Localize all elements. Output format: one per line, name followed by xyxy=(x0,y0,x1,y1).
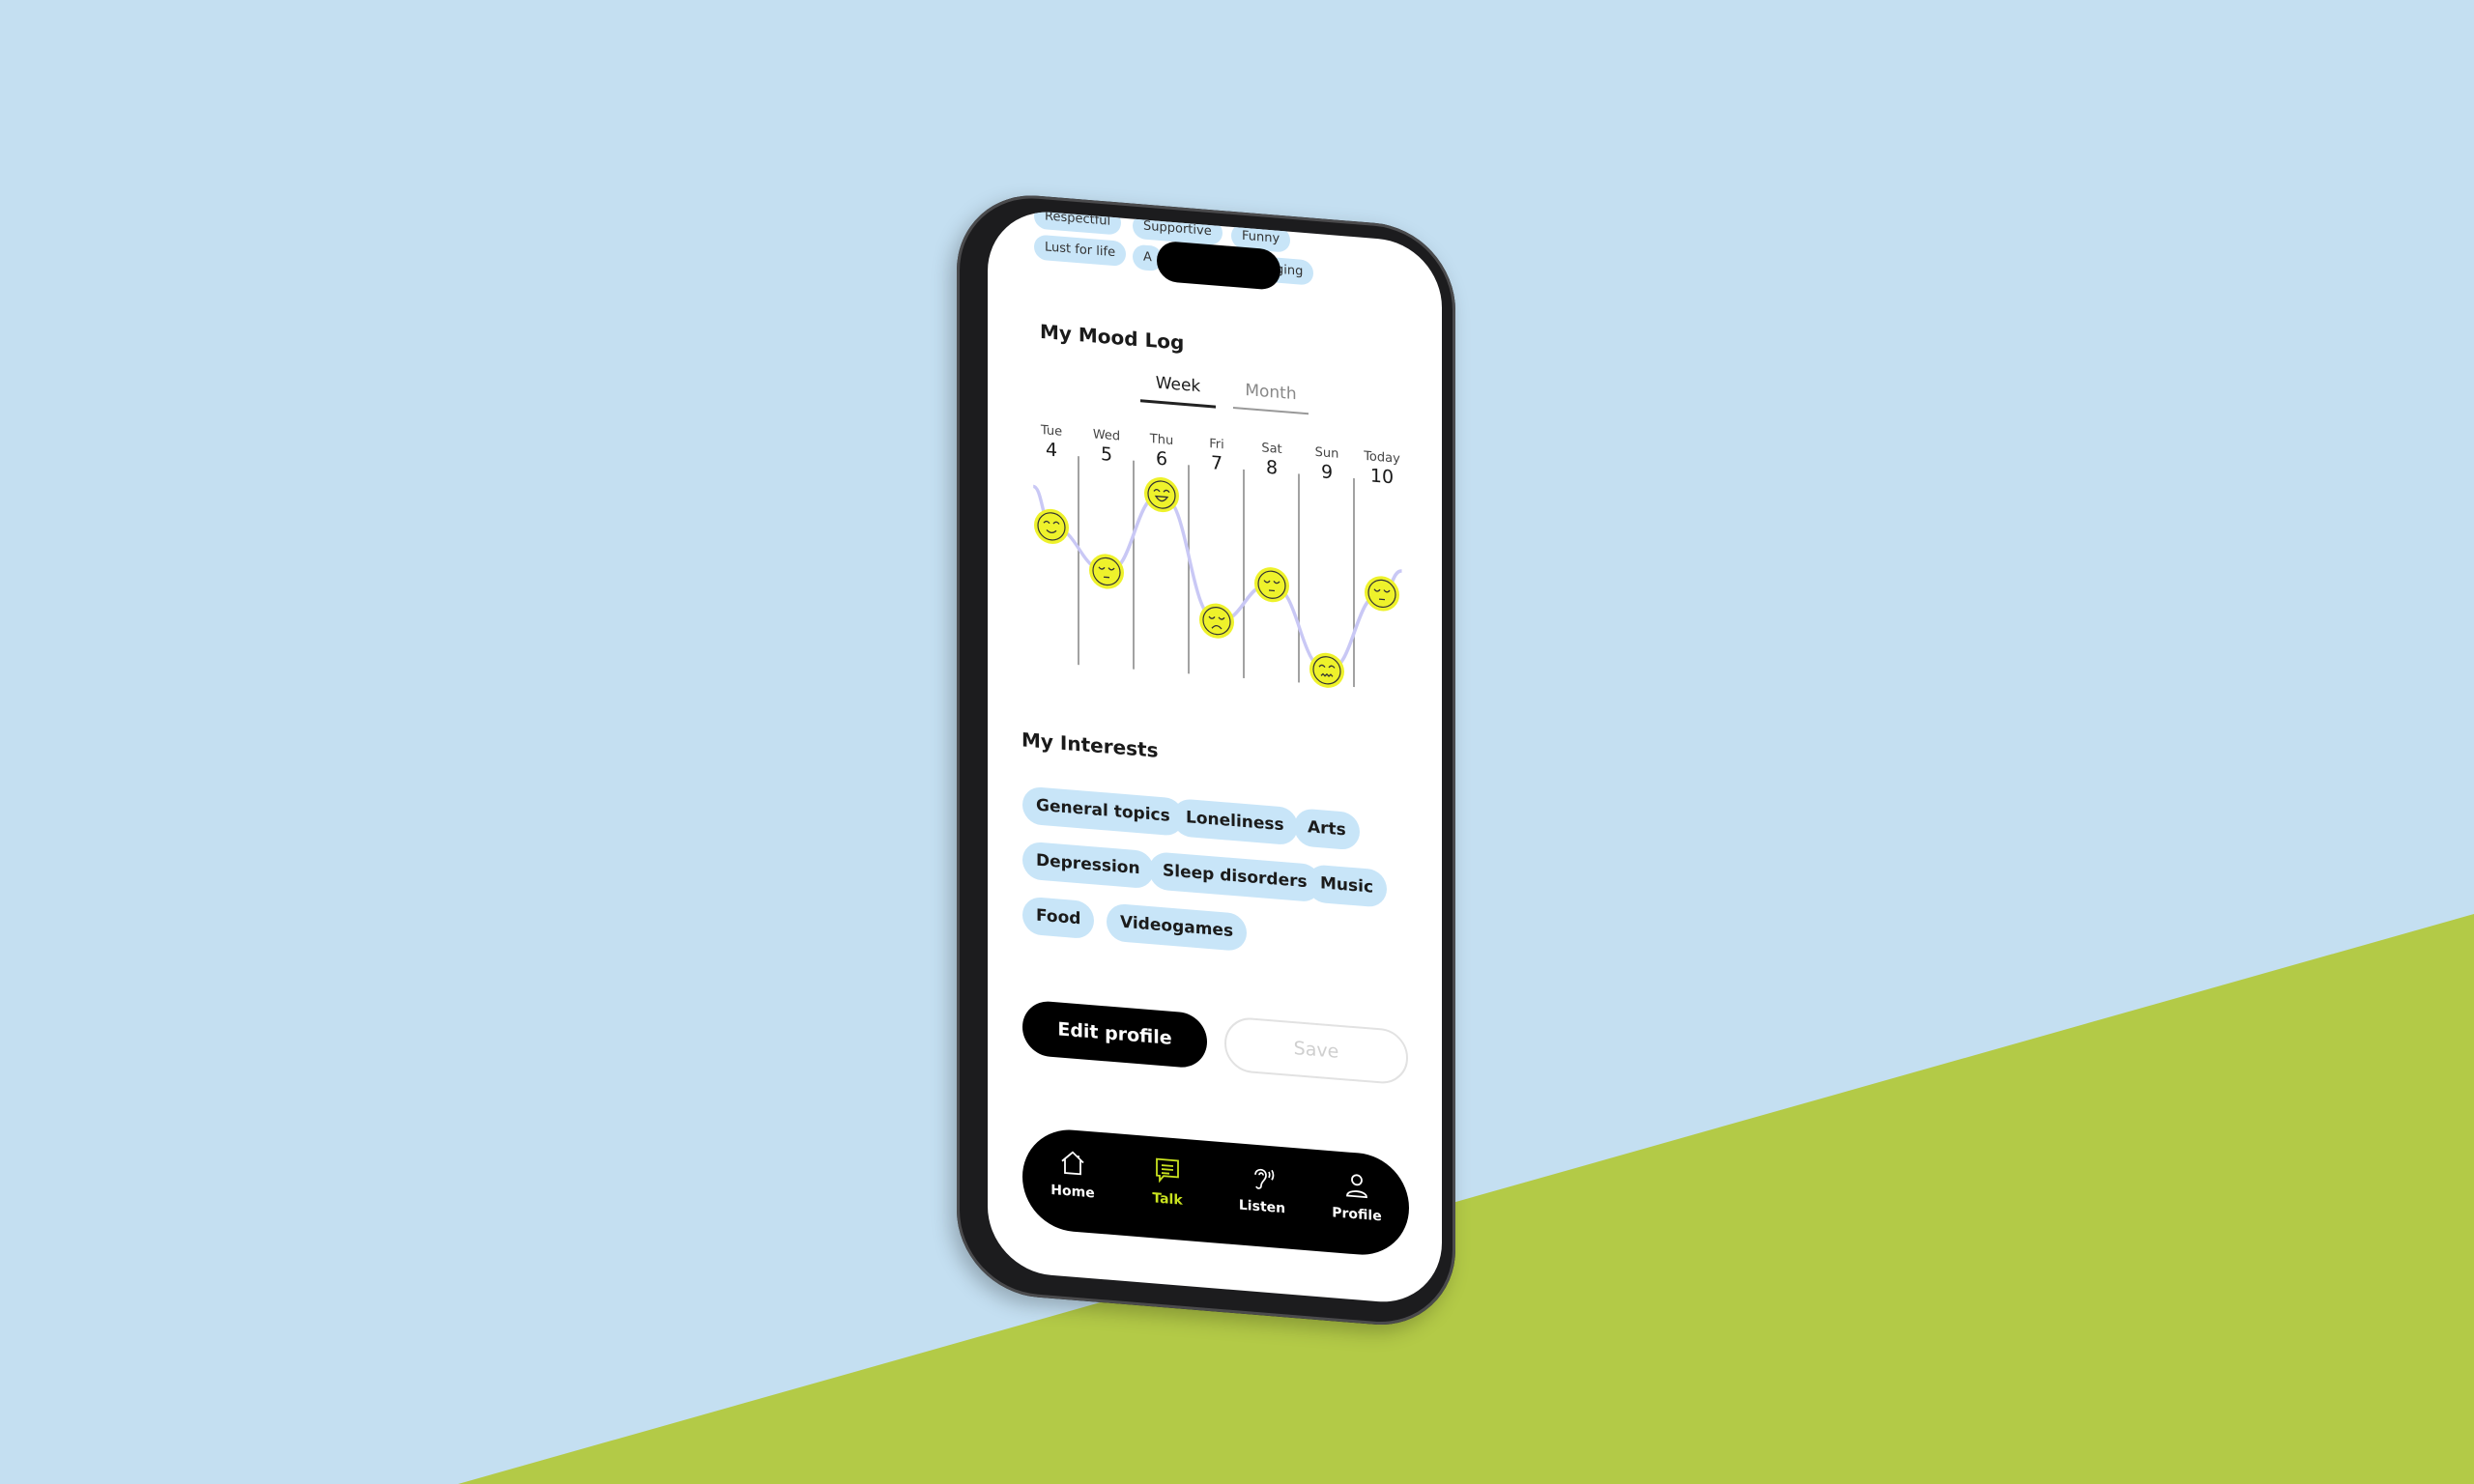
mood-log-title: My Mood Log xyxy=(1040,319,1185,355)
phone: Respectful Supportive Funny Lust for lif… xyxy=(957,189,1455,1331)
phone-screen: Respectful Supportive Funny Lust for lif… xyxy=(988,207,1442,1307)
bottom-nav: Home Talk Listen Profile xyxy=(1022,1126,1409,1259)
nav-label: Profile xyxy=(1332,1205,1382,1225)
day-date-label: 9 xyxy=(1321,461,1333,483)
nav-home[interactable]: Home xyxy=(1034,1144,1111,1202)
mood-chart: Tue4 Wed5 Thu6 Fri7 Sat8 Sun9 Today10 xyxy=(1032,423,1403,688)
person-icon xyxy=(1346,1174,1367,1199)
day-date-label: 6 xyxy=(1156,448,1167,471)
nav-profile[interactable]: Profile xyxy=(1318,1167,1395,1225)
edit-profile-button[interactable]: Edit profile xyxy=(1022,999,1207,1070)
interest-tag[interactable]: General topics xyxy=(1022,785,1184,837)
save-button[interactable]: Save xyxy=(1224,1015,1408,1086)
day-date-label: 4 xyxy=(1046,439,1057,461)
interests-title: My Interests xyxy=(1021,728,1159,762)
day-weekday-label: Sun xyxy=(1315,445,1339,462)
day-date-label: 10 xyxy=(1370,465,1394,488)
interest-tag[interactable]: Arts xyxy=(1294,808,1360,851)
interest-tag[interactable]: Food xyxy=(1022,896,1095,940)
day-weekday-label: Thu xyxy=(1149,432,1173,448)
day-date-label: 7 xyxy=(1211,452,1223,474)
ear-icon xyxy=(1254,1168,1275,1189)
green-wall xyxy=(458,914,2474,1484)
chat-icon xyxy=(1156,1157,1179,1184)
interest-tag[interactable]: Depression xyxy=(1022,841,1154,890)
interest-tag[interactable]: Sleep disorders xyxy=(1149,851,1321,903)
day-date-label: 8 xyxy=(1266,457,1278,479)
tab-month[interactable]: Month xyxy=(1233,380,1309,415)
nav-talk[interactable]: Talk xyxy=(1129,1152,1206,1210)
day-date-label: 5 xyxy=(1101,443,1112,466)
trait-tag[interactable]: Lust for life xyxy=(1034,234,1127,268)
day-weekday-label: Wed xyxy=(1093,427,1120,443)
interest-tag[interactable]: Music xyxy=(1307,864,1388,908)
day-weekday-label: Today xyxy=(1363,449,1400,467)
day-weekday-label: Tue xyxy=(1040,423,1062,440)
dynamic-island xyxy=(1157,240,1280,291)
interest-tag[interactable]: Loneliness xyxy=(1172,797,1298,846)
day-weekday-label: Sat xyxy=(1261,441,1281,457)
home-icon xyxy=(1061,1151,1084,1176)
nav-label: Home xyxy=(1050,1182,1095,1202)
mood-line xyxy=(1032,484,1403,672)
nav-listen[interactable]: Listen xyxy=(1223,1159,1301,1217)
tab-week[interactable]: Week xyxy=(1140,372,1216,409)
day-weekday-label: Fri xyxy=(1209,437,1223,452)
interest-tag[interactable]: Videogames xyxy=(1107,902,1248,953)
nav-label: Talk xyxy=(1152,1190,1183,1209)
nav-label: Listen xyxy=(1238,1197,1286,1217)
